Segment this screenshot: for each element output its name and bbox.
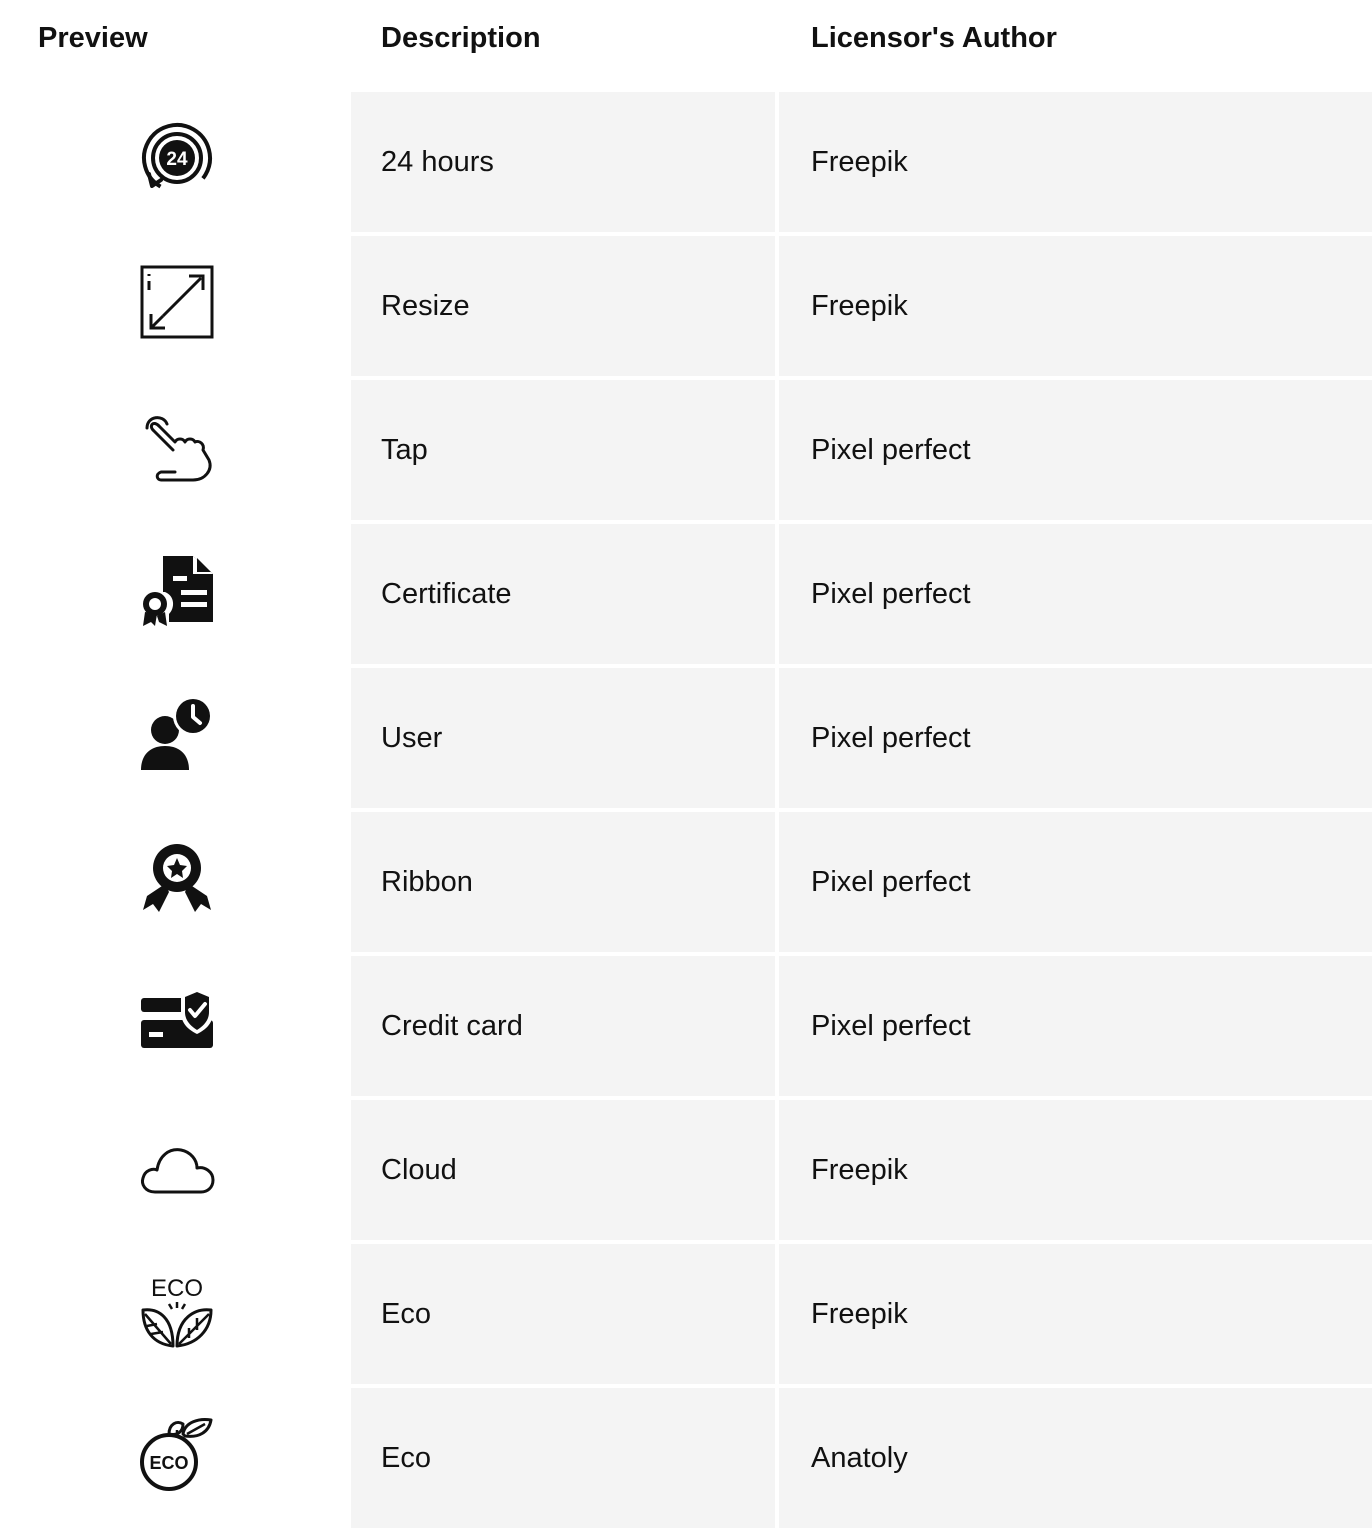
description-cell: 24 hours <box>351 92 775 232</box>
preview-cell <box>0 380 351 520</box>
table-row: User Pixel perfect <box>0 668 1372 812</box>
description-cell: Ribbon <box>351 812 775 952</box>
author-text: Pixel perfect <box>811 1010 971 1042</box>
description-text: Eco <box>381 1442 431 1474</box>
eco-badge-text: ECO <box>149 1453 188 1473</box>
preview-cell <box>0 668 351 808</box>
author-cell: Freepik <box>779 1100 1372 1240</box>
table-row: Credit card Pixel perfect <box>0 956 1372 1100</box>
description-text: Cloud <box>381 1154 457 1186</box>
table-row: ECO Eco Anatoly <box>0 1388 1372 1532</box>
credit-card-shield-icon <box>139 984 215 1060</box>
author-cell: Pixel perfect <box>779 668 1372 808</box>
preview-cell <box>0 812 351 952</box>
preview-cell: 24 <box>0 92 351 232</box>
table-row: Ribbon Pixel perfect <box>0 812 1372 956</box>
column-header-description: Description <box>381 22 541 54</box>
column-header-preview: Preview <box>38 22 148 54</box>
eco-text: ECO <box>151 1275 203 1302</box>
description-cell: Eco <box>351 1244 775 1384</box>
author-cell: Pixel perfect <box>779 956 1372 1096</box>
description-text: 24 hours <box>381 146 494 178</box>
author-cell: Pixel perfect <box>779 380 1372 520</box>
description-text: Resize <box>381 290 470 322</box>
author-text: Freepik <box>811 1154 908 1186</box>
author-text: Pixel perfect <box>811 578 971 610</box>
description-text: Eco <box>381 1298 431 1330</box>
preview-cell: ECO <box>0 1244 351 1384</box>
hours-text: 24 <box>166 149 188 170</box>
preview-cell <box>0 1100 351 1240</box>
author-cell: Freepik <box>779 236 1372 376</box>
author-text: Freepik <box>811 1298 908 1330</box>
description-cell: Credit card <box>351 956 775 1096</box>
24-hours-icon: 24 <box>139 120 215 196</box>
eco-badge-icon: ECO <box>139 1416 215 1492</box>
table-body: 24 24 hours Freepik Resize Freepik Tap P… <box>0 92 1372 1532</box>
description-cell: Resize <box>351 236 775 376</box>
author-text: Pixel perfect <box>811 434 971 466</box>
description-text: User <box>381 722 443 754</box>
author-cell: Pixel perfect <box>779 812 1372 952</box>
description-text: Tap <box>381 434 428 466</box>
preview-cell <box>0 236 351 376</box>
description-text: Ribbon <box>381 866 473 898</box>
cloud-icon <box>139 1128 215 1204</box>
user-clock-icon <box>139 696 215 772</box>
description-text: Credit card <box>381 1010 523 1042</box>
description-cell: Eco <box>351 1388 775 1528</box>
certificate-icon <box>139 552 215 628</box>
author-text: Freepik <box>811 290 908 322</box>
author-text: Pixel perfect <box>811 722 971 754</box>
tap-icon <box>139 408 215 484</box>
author-text: Pixel perfect <box>811 866 971 898</box>
author-cell: Pixel perfect <box>779 524 1372 664</box>
description-cell: Tap <box>351 380 775 520</box>
author-text: Anatoly <box>811 1442 908 1474</box>
description-cell: Certificate <box>351 524 775 664</box>
author-cell: Freepik <box>779 92 1372 232</box>
table-row: 24 24 hours Freepik <box>0 92 1372 236</box>
author-cell: Freepik <box>779 1244 1372 1384</box>
preview-cell: ECO <box>0 1388 351 1528</box>
table-row: Cloud Freepik <box>0 1100 1372 1244</box>
preview-cell <box>0 524 351 664</box>
eco-leaves-icon: ECO <box>139 1272 215 1348</box>
resize-icon <box>139 264 215 340</box>
description-cell: Cloud <box>351 1100 775 1240</box>
table-row: ECO Eco Freepik <box>0 1244 1372 1388</box>
table-row: Resize Freepik <box>0 236 1372 380</box>
table-row: Certificate Pixel perfect <box>0 524 1372 668</box>
column-header-author: Licensor's Author <box>811 22 1057 54</box>
description-text: Certificate <box>381 578 512 610</box>
preview-cell <box>0 956 351 1096</box>
table-header: Preview Description Licensor's Author <box>0 0 1372 92</box>
author-cell: Anatoly <box>779 1388 1372 1528</box>
ribbon-icon <box>139 840 215 916</box>
author-text: Freepik <box>811 146 908 178</box>
description-cell: User <box>351 668 775 808</box>
table-row: Tap Pixel perfect <box>0 380 1372 524</box>
